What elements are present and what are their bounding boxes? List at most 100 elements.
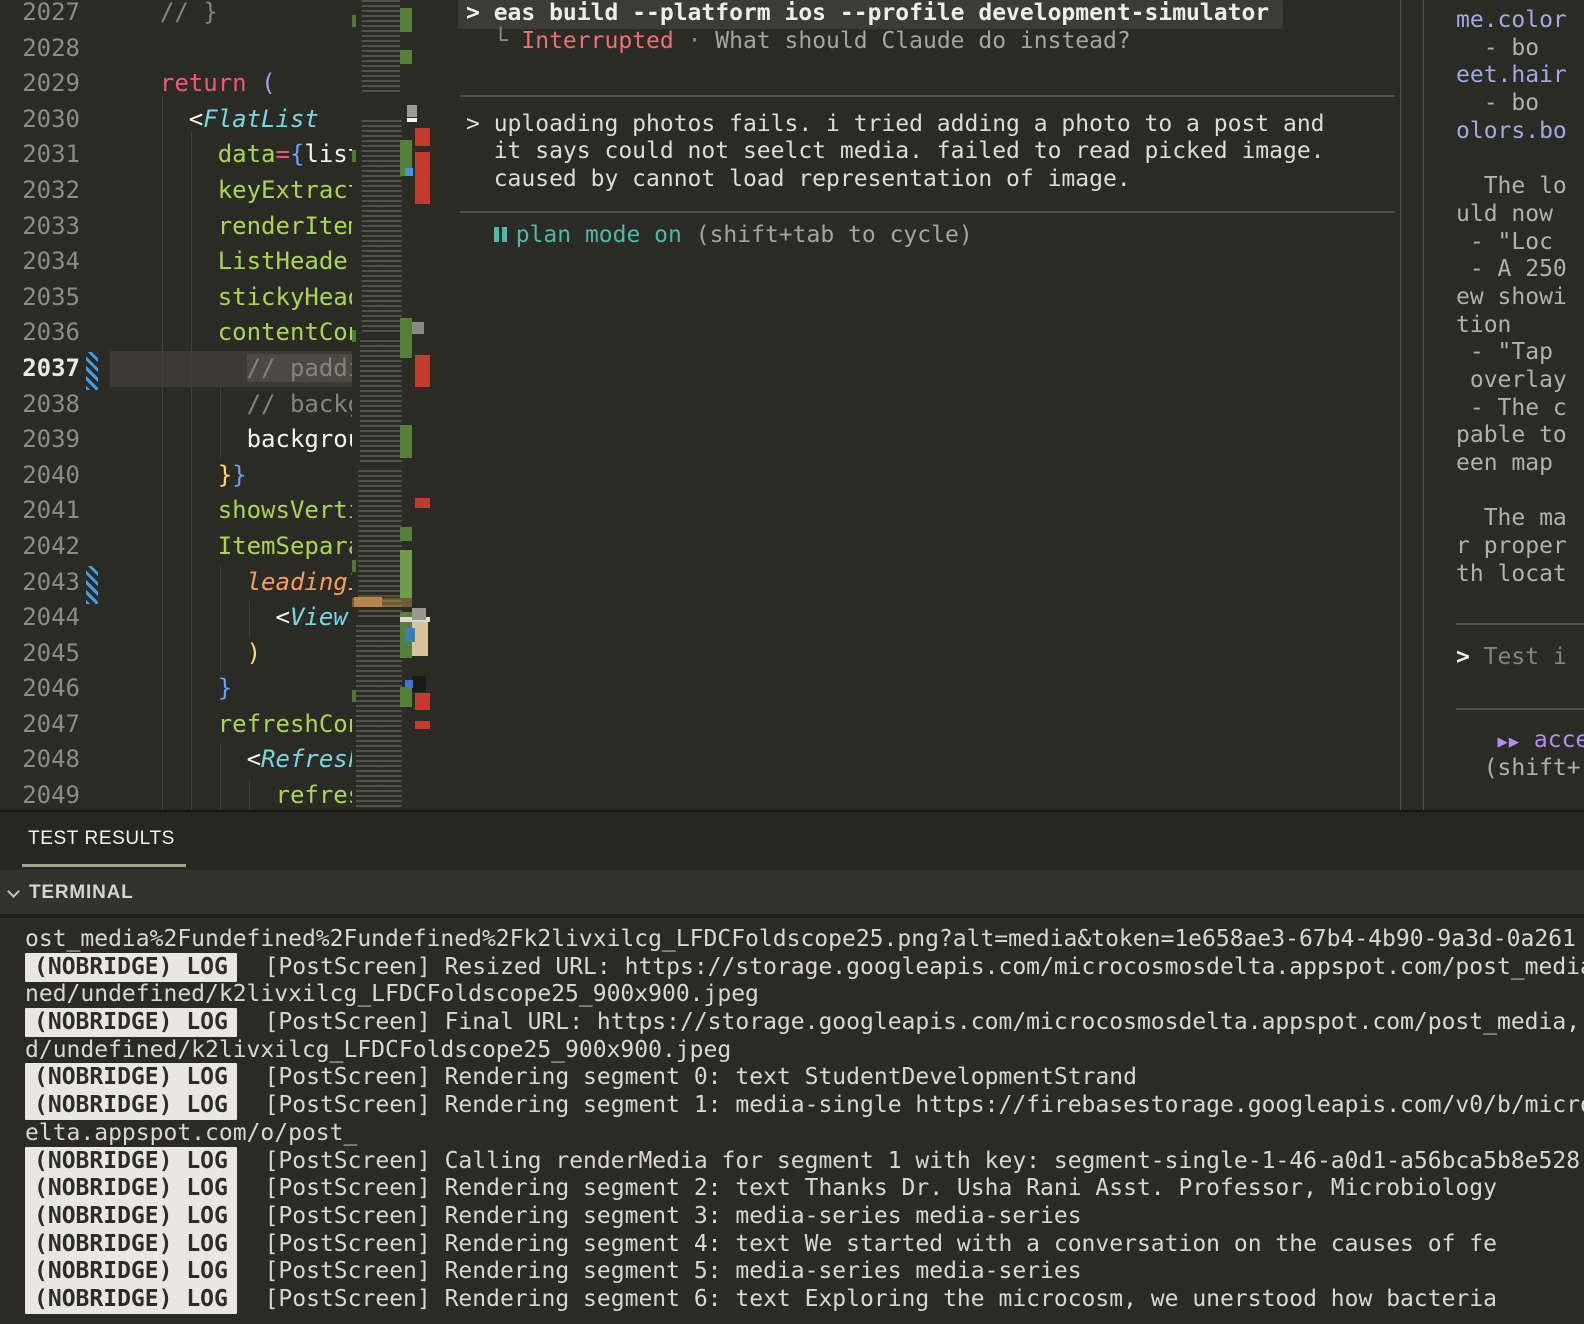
claude-line: > eas build --platform ios --profile dev… xyxy=(466,0,1400,28)
minimap-mark xyxy=(352,690,356,702)
claude-line xyxy=(466,55,1400,83)
code-line: backgroundColor xyxy=(110,422,352,458)
chevron-down-icon[interactable] xyxy=(7,885,20,898)
divider xyxy=(460,95,1395,97)
line-number: 2040 xyxy=(0,458,104,494)
terminal-line: (NOBRIDGE) LOG [PostScreen] Rendering se… xyxy=(25,1286,1584,1314)
terminal-section-header[interactable]: TERMINAL xyxy=(0,870,1584,914)
right-terminal-pane[interactable]: me.color - boeet.hair - boolors.bo The l… xyxy=(1424,0,1584,810)
right-pane-line: r proper xyxy=(1456,533,1584,561)
terminal-log-lines: ost_media%2Fundefined%2Fundefined%2Fk2li… xyxy=(25,926,1584,1314)
terminal-line: (NOBRIDGE) LOG [PostScreen] Rendering se… xyxy=(25,1092,1584,1120)
right-pane-line xyxy=(1456,616,1584,644)
indent-guide xyxy=(220,566,221,672)
minimap-mark xyxy=(407,118,417,122)
ide-window: 2027202820292030203120322033203420352036… xyxy=(0,0,1584,1324)
code-line: ) xyxy=(110,636,352,672)
top-region: 2027202820292030203120322033203420352036… xyxy=(0,0,1584,810)
line-number: 2034 xyxy=(0,244,104,280)
code-line: contentContainerStyle xyxy=(110,315,352,351)
right-pane-line: ew showi xyxy=(1456,284,1584,312)
minimap-mark xyxy=(400,318,412,358)
code-line: <RefreshControl xyxy=(110,742,352,778)
minimap-mark xyxy=(407,105,417,117)
minimap-mark xyxy=(415,152,430,204)
code-line: // paddingBottom xyxy=(110,351,352,387)
right-pane-line: The lo xyxy=(1456,173,1584,201)
minimap-mark xyxy=(400,687,412,707)
claude-line: it says could not seelct media. failed t… xyxy=(466,138,1400,166)
minimap-mark xyxy=(415,693,430,710)
terminal-line: (NOBRIDGE) LOG [PostScreen] Rendering se… xyxy=(25,1064,1584,1092)
claude-line xyxy=(466,194,1400,222)
right-pane-line xyxy=(1456,699,1584,727)
code-line: keyExtractor= xyxy=(110,173,352,209)
right-pane-line: olors.bo xyxy=(1456,118,1584,146)
indent-guide xyxy=(220,744,221,810)
right-pane-line xyxy=(1456,588,1584,616)
editor-gutter: 2027202820292030203120322033203420352036… xyxy=(0,0,104,810)
line-number: 2044 xyxy=(0,600,104,636)
right-pane-line: - The c xyxy=(1456,395,1584,423)
minimap-mark xyxy=(352,330,356,342)
minimap-mark xyxy=(405,168,413,176)
line-number: 2039 xyxy=(0,422,104,458)
minimap-mark xyxy=(415,498,430,508)
terminal-line: (NOBRIDGE) LOG [PostScreen] Rendering se… xyxy=(25,1231,1584,1259)
tab-test-results[interactable]: TEST RESULTS xyxy=(28,828,175,850)
code-line: refreshing xyxy=(110,778,352,810)
code-line: stickyHeaderIndices xyxy=(110,280,352,316)
panel-tab-bar: TEST RESULTS xyxy=(0,812,1584,870)
terminal-line: d/undefined/k2livxilcg_LFDCFoldscope25_9… xyxy=(25,1037,1584,1065)
right-pane-line: tion xyxy=(1456,312,1584,340)
line-number: 2048 xyxy=(0,742,104,778)
code-line: <FlatList xyxy=(110,102,352,138)
terminal-output[interactable]: ost_media%2Fundefined%2Fundefined%2Fk2li… xyxy=(0,918,1584,1324)
minimap-mark xyxy=(400,527,412,541)
right-pane-line: - "Tap xyxy=(1456,339,1584,367)
code-line: showsVerticalScrollIndicator xyxy=(110,493,352,529)
code-line: ItemSeparatorComponent xyxy=(110,529,352,565)
code-line: }} xyxy=(110,458,352,494)
minimap-mark xyxy=(415,128,430,146)
right-pane-line: - bo xyxy=(1456,90,1584,118)
indent-guide xyxy=(191,132,192,810)
line-number: 2036 xyxy=(0,315,104,351)
minimap-mark xyxy=(352,560,356,572)
minimap-mark xyxy=(400,8,412,32)
minimap-mark xyxy=(352,150,356,162)
pane-border[interactable] xyxy=(1400,0,1401,810)
editor-minimap[interactable] xyxy=(352,0,437,810)
code-line: <View xyxy=(110,600,352,636)
indent-guide xyxy=(220,351,221,458)
terminal-line: elta.appspot.com/o/post_ xyxy=(25,1120,1584,1148)
line-number: 2042 xyxy=(0,529,104,565)
indent-guide xyxy=(249,780,250,810)
minimap-mark xyxy=(412,322,424,334)
terminal-line: (NOBRIDGE) LOG [PostScreen] Rendering se… xyxy=(25,1203,1584,1231)
code-line: refreshControl= xyxy=(110,707,352,743)
code-line: data={listData} xyxy=(110,137,352,173)
editor-code-area[interactable]: // } return ( <FlatList data={listData} … xyxy=(110,0,352,810)
divider xyxy=(1456,708,1584,710)
minimap-mark xyxy=(352,15,356,27)
minimap-mark xyxy=(400,550,412,598)
minimap-mark xyxy=(412,608,426,620)
right-pane-line: th locat xyxy=(1456,561,1584,589)
line-number: 2030 xyxy=(0,102,104,138)
right-pane-line: eet.hair xyxy=(1456,62,1584,90)
divider xyxy=(460,211,1395,213)
right-session-text: me.color - boeet.hair - boolors.bo The l… xyxy=(1456,7,1584,782)
indent-guide xyxy=(162,96,163,810)
code-line: // backgroundColor xyxy=(110,387,352,423)
terminal-line: ned/undefined/k2livxilcg_LFDCFoldscope25… xyxy=(25,981,1584,1009)
line-number: 2032 xyxy=(0,173,104,209)
minimap-text xyxy=(356,625,402,810)
terminal-line: (NOBRIDGE) LOG [PostScreen] Rendering se… xyxy=(25,1175,1584,1203)
line-number: 2028 xyxy=(0,31,104,67)
terminal-line: (NOBRIDGE) LOG [PostScreen] Calling rend… xyxy=(25,1148,1584,1176)
claude-terminal-pane[interactable]: > eas build --platform ios --profile dev… xyxy=(437,0,1400,810)
code-line: } xyxy=(110,671,352,707)
code-line: // } xyxy=(110,0,352,31)
line-number: 2043 xyxy=(0,565,104,601)
